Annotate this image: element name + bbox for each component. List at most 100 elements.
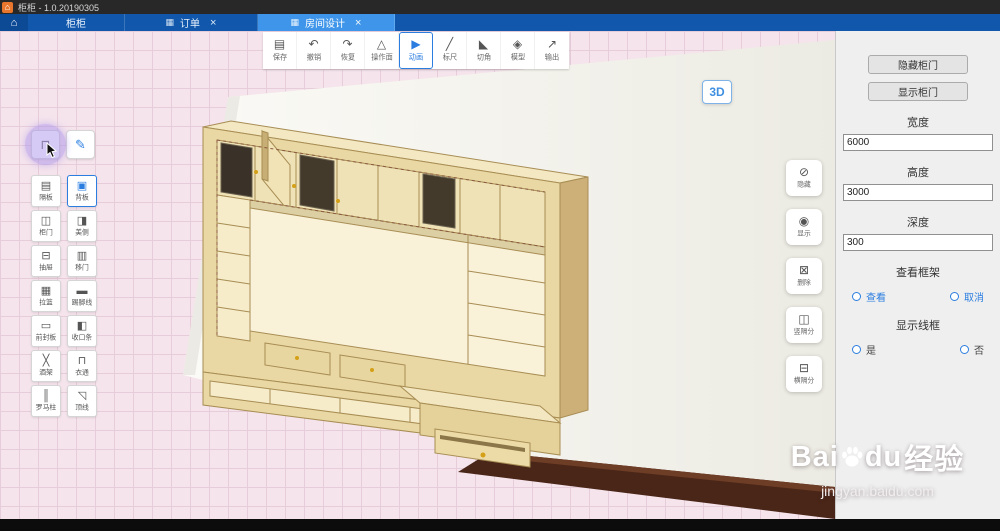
home-icon: ⌂ [10, 16, 18, 29]
draw-tool-button[interactable]: ✎ [66, 130, 95, 159]
vertical-divide-button[interactable]: ◫ 竖隔分 [786, 307, 822, 343]
eye-slash-icon: ⊘ [798, 165, 810, 179]
scene-3d[interactable] [0, 31, 835, 519]
radio-label: 是 [866, 346, 876, 357]
app-logo-icon: ⌂ [2, 1, 13, 13]
tab-label: 房间设计 [305, 19, 346, 30]
view-frame-cancel-radio[interactable]: 取消 [950, 289, 984, 304]
depth-label: 深度 [907, 217, 929, 229]
tab-room-design[interactable]: ▦ 房间设计 × [258, 14, 395, 31]
cabinet-model[interactable] [202, 120, 589, 468]
toolbar-button-label: 切角 [476, 53, 491, 62]
toolbar-button-label: 标尺 [442, 53, 457, 62]
wireframe-yes-radio[interactable]: 是 [852, 342, 876, 357]
ruler-icon: ╱ [445, 37, 454, 51]
toolbar-button-label: 撤销 [306, 53, 321, 62]
app-window: ⌂ 柜柜 - 1.0.20190305 ⌂ 柜柜 ▦ 订单 × ▦ 房间设计 × [0, 0, 1000, 531]
tab-orders[interactable]: ▦ 订单 × [125, 14, 258, 31]
tool-label: 移门 [75, 263, 89, 271]
show-button[interactable]: ◉ 显示 [786, 209, 822, 245]
depth-input[interactable] [843, 234, 993, 251]
save-icon: ▤ [273, 37, 286, 51]
tab-bar: ⌂ 柜柜 ▦ 订单 × ▦ 房间设计 × [0, 14, 1000, 31]
tool-side-panel-button[interactable]: ◨ 美侧 [67, 210, 97, 242]
tool-skirting-button[interactable]: ▬ 踢脚线 [67, 280, 97, 312]
window-title: 柜柜 - 1.0.20190305 [18, 2, 100, 13]
width-input[interactable] [843, 134, 993, 151]
floating-tool-panel: ⊘ 隐藏 ◉ 显示 ⊠ 删除 ◫ 竖隔分 ⊟ 横隔分 [786, 160, 822, 392]
toolbar-operate-plane-button[interactable]: △ 操作面 [365, 32, 399, 69]
sliding-door-icon: ▥ [76, 249, 88, 262]
radio-circle-icon [852, 292, 861, 301]
side-panel-icon: ◨ [76, 214, 88, 227]
toolbar-model-button[interactable]: ◈ 模型 [501, 32, 535, 69]
delete-button[interactable]: ⊠ 删除 [786, 258, 822, 294]
tool-trim-strip-button[interactable]: ◧ 收口条 [67, 315, 97, 347]
tool-front-panel-button[interactable]: ▭ 前封板 [31, 315, 61, 347]
vertical-split-icon: ◫ [798, 312, 810, 326]
tool-label: 抽屉 [39, 263, 53, 271]
toolbar-animation-button[interactable]: ▶ 动画 [399, 32, 433, 69]
view-mode-3d-badge[interactable]: 3D [702, 80, 732, 104]
tab-label: 订单 [180, 19, 201, 30]
main-toolbar: ▤ 保存 ↶ 撤销 ↷ 恢复 △ 操作面 ▶ 动画 ╱ 标尺 ◣ 切角 ◈ 模型… [263, 32, 569, 69]
wireframe-no-radio[interactable]: 否 [960, 342, 984, 357]
tab-guigui[interactable]: 柜柜 [28, 14, 125, 31]
plane-icon: △ [376, 37, 387, 51]
tool-label: 收口条 [71, 333, 93, 341]
toolbar-redo-button[interactable]: ↷ 恢复 [331, 32, 365, 69]
tool-label: 踢脚线 [71, 298, 93, 306]
view-frame-view-radio[interactable]: 查看 [852, 289, 886, 304]
eye-icon: ◉ [798, 214, 810, 228]
toolbar-save-button[interactable]: ▤ 保存 [263, 32, 297, 69]
properties-panel: 隐藏柜门 显示柜门 宽度 高度 深度 查看框架 查看 取消 显示线框 是 [835, 31, 1000, 519]
radio-label: 查看 [866, 293, 886, 304]
tool-back-panel-button[interactable]: ▣ 背板 [67, 175, 97, 207]
back-panel-icon: ▣ [76, 179, 88, 192]
design-viewport[interactable]: ▤ 保存 ↶ 撤销 ↷ 恢复 △ 操作面 ▶ 动画 ╱ 标尺 ◣ 切角 ◈ 模型… [0, 31, 835, 519]
float-tool-label: 隐藏 [797, 180, 811, 189]
horizontal-split-icon: ⊟ [798, 361, 810, 375]
tool-wine-rack-button[interactable]: ╳ 酒架 [31, 350, 61, 382]
tool-cabinet-door-button[interactable]: ◫ 柜门 [31, 210, 61, 242]
tool-clothes-rail-button[interactable]: ⊓ 衣通 [67, 350, 97, 382]
height-input[interactable] [843, 184, 993, 201]
tool-shelf-button[interactable]: ▤ 隔板 [31, 175, 61, 207]
tool-top-line-button[interactable]: ◹ 顶线 [67, 385, 97, 417]
export-icon: ↗ [546, 37, 558, 51]
toolbar-button-label: 模型 [510, 53, 525, 62]
hide-doors-button[interactable]: 隐藏柜门 [868, 55, 968, 74]
radio-label: 取消 [964, 293, 984, 304]
toolbar-cut-corner-button[interactable]: ◣ 切角 [467, 32, 501, 69]
toolbar-ruler-button[interactable]: ╱ 标尺 [433, 32, 467, 69]
toolbar-undo-button[interactable]: ↶ 撤销 [297, 32, 331, 69]
shelf-icon: ▤ [40, 179, 52, 192]
show-doors-button[interactable]: 显示柜门 [868, 82, 968, 101]
tool-label: 罗马柱 [35, 403, 57, 411]
cut-corner-icon: ◣ [478, 37, 489, 51]
tool-label: 美侧 [75, 228, 89, 236]
view-frame-title: 查看框架 [896, 267, 940, 279]
model-icon: ◈ [512, 37, 523, 51]
clothes-rail-icon: ⊓ [77, 354, 87, 367]
radio-circle-icon [960, 345, 969, 354]
horizontal-divide-button[interactable]: ⊟ 横隔分 [786, 356, 822, 392]
radio-circle-icon [852, 345, 861, 354]
close-tab-icon[interactable]: × [355, 17, 361, 29]
toolbar-button-label: 操作面 [370, 53, 393, 62]
bottom-bar [0, 519, 1000, 531]
wireframe-title: 显示线框 [896, 320, 940, 332]
wireframe-options: 是 否 [836, 342, 1000, 357]
tool-basket-button[interactable]: ▦ 拉篮 [31, 280, 61, 312]
hide-button[interactable]: ⊘ 隐藏 [786, 160, 822, 196]
close-tab-icon[interactable]: × [210, 17, 216, 29]
top-line-icon: ◹ [77, 389, 87, 402]
toolbar-export-button[interactable]: ↗ 输出 [535, 32, 569, 69]
trash-icon: ⊠ [798, 263, 810, 277]
tool-drawer-button[interactable]: ⊟ 抽屉 [31, 245, 61, 277]
tool-label: 顶线 [75, 403, 89, 411]
home-tab-button[interactable]: ⌂ [0, 14, 28, 31]
tool-sliding-door-button[interactable]: ▥ 移门 [67, 245, 97, 277]
tool-roman-column-button[interactable]: ║ 罗马柱 [31, 385, 61, 417]
tool-label: 柜门 [39, 228, 53, 236]
